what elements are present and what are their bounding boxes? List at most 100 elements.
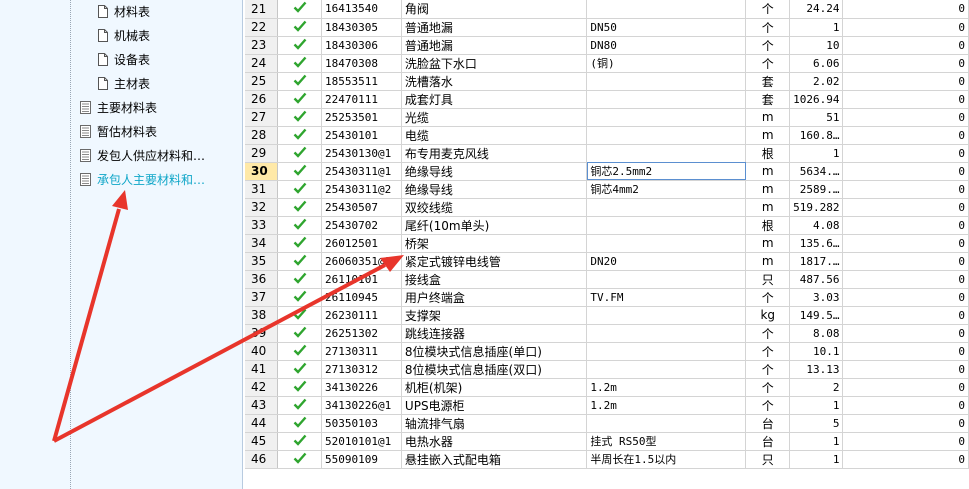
unit-cell[interactable]: kg <box>745 306 791 325</box>
quantity-cell[interactable]: 51 <box>789 108 844 127</box>
unit-cell[interactable]: m <box>745 126 791 145</box>
table-row[interactable]: 31 25430311@2 绝缘导线 铜芯4mm2 m 2589.… 0 <box>245 180 969 199</box>
unit-cell[interactable]: 根 <box>745 144 791 163</box>
code-cell[interactable]: 25430311@2 <box>321 180 402 199</box>
value-cell[interactable]: 0 <box>842 324 969 343</box>
tree-item-main-material[interactable]: 主材表 <box>98 74 150 94</box>
code-cell[interactable]: 55090109 <box>321 450 402 469</box>
row-number[interactable]: 35 <box>245 252 279 271</box>
row-number[interactable]: 40 <box>245 342 279 361</box>
table-row[interactable]: 22 18430305 普通地漏 DN50 个 1 0 <box>245 18 969 37</box>
name-cell[interactable]: 布专用麦克风线 <box>401 144 588 163</box>
spec-cell[interactable] <box>586 0 747 19</box>
quantity-cell[interactable]: 2589.… <box>789 180 844 199</box>
value-cell[interactable]: 0 <box>842 36 969 55</box>
name-cell[interactable]: 支撑架 <box>401 306 588 325</box>
value-cell[interactable]: 0 <box>842 306 969 325</box>
unit-cell[interactable]: 个 <box>745 36 791 55</box>
row-number[interactable]: 34 <box>245 234 279 253</box>
quantity-cell[interactable]: 519.282 <box>789 198 844 217</box>
spec-cell[interactable]: 铜芯4mm2 <box>586 180 747 199</box>
unit-cell[interactable]: 只 <box>745 450 791 469</box>
code-cell[interactable]: 25430702 <box>321 216 402 235</box>
name-cell[interactable]: 普通地漏 <box>401 18 588 37</box>
tree-item-main-materials-table[interactable]: 主要材料表 <box>80 98 157 118</box>
row-number[interactable]: 29 <box>245 144 279 163</box>
unit-cell[interactable]: 台 <box>745 414 791 433</box>
name-cell[interactable]: 光缆 <box>401 108 588 127</box>
unit-cell[interactable]: 个 <box>745 288 791 307</box>
quantity-cell[interactable]: 24.24 <box>789 0 844 19</box>
value-cell[interactable]: 0 <box>842 18 969 37</box>
spec-cell[interactable] <box>586 360 747 379</box>
quantity-cell[interactable]: 1026.94 <box>789 90 844 109</box>
quantity-cell[interactable]: 5 <box>789 414 844 433</box>
code-cell[interactable]: 25430101 <box>321 126 402 145</box>
row-number[interactable]: 45 <box>245 432 279 451</box>
row-number[interactable]: 41 <box>245 360 279 379</box>
value-cell[interactable]: 0 <box>842 72 969 91</box>
table-row[interactable]: 29 25430130@1 布专用麦克风线 根 1 0 <box>245 144 969 163</box>
selected-checkbox[interactable] <box>277 54 323 73</box>
name-cell[interactable]: 绝缘导线 <box>401 162 588 181</box>
quantity-cell[interactable]: 4.08 <box>789 216 844 235</box>
row-number[interactable]: 43 <box>245 396 279 415</box>
value-cell[interactable]: 0 <box>842 198 969 217</box>
quantity-cell[interactable]: 487.56 <box>789 270 844 289</box>
selected-checkbox[interactable] <box>277 216 323 235</box>
quantity-cell[interactable]: 1 <box>789 144 844 163</box>
value-cell[interactable]: 0 <box>842 108 969 127</box>
code-cell[interactable]: 34130226 <box>321 378 402 397</box>
quantity-cell[interactable]: 13.13 <box>789 360 844 379</box>
spec-cell[interactable]: TV.FM <box>586 288 747 307</box>
name-cell[interactable]: 8位模块式信息插座(单口) <box>401 342 588 361</box>
unit-cell[interactable]: 台 <box>745 432 791 451</box>
row-number[interactable]: 30 <box>245 162 279 181</box>
name-cell[interactable]: 用户终端盒 <box>401 288 588 307</box>
row-number[interactable]: 25 <box>245 72 279 91</box>
name-cell[interactable]: 洗脸盆下水口 <box>401 54 588 73</box>
name-cell[interactable]: UPS电源柜 <box>401 396 588 415</box>
name-cell[interactable]: 双绞线缆 <box>401 198 588 217</box>
spec-cell[interactable] <box>586 144 747 163</box>
value-cell[interactable]: 0 <box>842 360 969 379</box>
code-cell[interactable]: 27130312 <box>321 360 402 379</box>
quantity-cell[interactable]: 2.02 <box>789 72 844 91</box>
table-row[interactable]: 34 26012501 桥架 m 135.6… 0 <box>245 234 969 253</box>
quantity-cell[interactable]: 1 <box>789 396 844 415</box>
tree-item-provisional-materials[interactable]: 暂估材料表 <box>80 122 157 142</box>
value-cell[interactable]: 0 <box>842 342 969 361</box>
spec-cell[interactable] <box>586 216 747 235</box>
spec-cell[interactable]: 1.2m <box>586 378 747 397</box>
spec-cell[interactable]: DN20 <box>586 252 747 271</box>
unit-cell[interactable]: 套 <box>745 90 791 109</box>
selected-checkbox[interactable] <box>277 450 323 469</box>
table-row[interactable]: 38 26230111 支撑架 kg 149.5… 0 <box>245 306 969 325</box>
table-row[interactable]: 30 25430311@1 绝缘导线 铜芯2.5mm2 m 5634.… 0 <box>245 162 969 181</box>
unit-cell[interactable]: 个 <box>745 54 791 73</box>
unit-cell[interactable]: m <box>745 162 791 181</box>
name-cell[interactable]: 桥架 <box>401 234 588 253</box>
selected-checkbox[interactable] <box>277 270 323 289</box>
table-row[interactable]: 43 34130226@1 UPS电源柜 1.2m 个 1 0 <box>245 396 969 415</box>
quantity-cell[interactable]: 10.1 <box>789 342 844 361</box>
value-cell[interactable]: 0 <box>842 90 969 109</box>
quantity-cell[interactable]: 160.8… <box>789 126 844 145</box>
spec-cell[interactable]: DN80 <box>586 36 747 55</box>
name-cell[interactable]: 机柜(机架) <box>401 378 588 397</box>
name-cell[interactable]: 跳线连接器 <box>401 324 588 343</box>
value-cell[interactable]: 0 <box>842 450 969 469</box>
name-cell[interactable]: 尾纤(10m单头) <box>401 216 588 235</box>
selected-checkbox[interactable] <box>277 396 323 415</box>
name-cell[interactable]: 绝缘导线 <box>401 180 588 199</box>
name-cell[interactable]: 接线盒 <box>401 270 588 289</box>
quantity-cell[interactable]: 3.03 <box>789 288 844 307</box>
table-row[interactable]: 21 16413540 角阀 个 24.24 0 <box>245 0 969 19</box>
value-cell[interactable]: 0 <box>842 270 969 289</box>
spec-cell[interactable] <box>586 90 747 109</box>
unit-cell[interactable]: m <box>745 180 791 199</box>
row-number[interactable]: 46 <box>245 450 279 469</box>
selected-checkbox[interactable] <box>277 144 323 163</box>
quantity-cell[interactable]: 1 <box>789 18 844 37</box>
name-cell[interactable]: 悬挂嵌入式配电箱 <box>401 450 588 469</box>
